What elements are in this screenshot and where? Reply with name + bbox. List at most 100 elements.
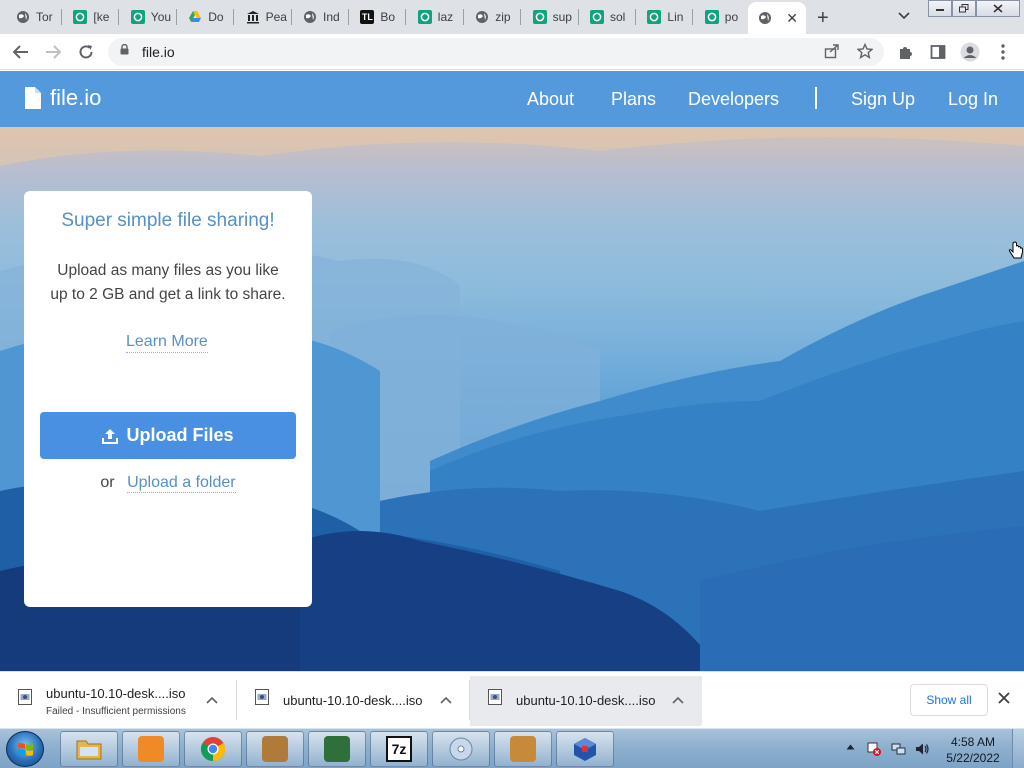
download-filename: ubuntu-10.10-desk....iso [46, 686, 186, 701]
7zip-icon: 7z [386, 736, 412, 762]
tab-title: sol [610, 10, 626, 24]
taskbar-app-explorer[interactable] [60, 731, 118, 767]
taskbar-app-7zip[interactable]: 7z [370, 731, 428, 767]
brand-name: file.io [50, 85, 102, 110]
tab-title: po [724, 10, 739, 24]
windows-logo-icon [18, 743, 33, 756]
tab-title: laz [437, 10, 454, 24]
tab-separator [348, 9, 349, 25]
tab-search-chevron-icon[interactable] [898, 8, 910, 23]
taskbar-app-user[interactable] [246, 731, 304, 767]
nav-link-about[interactable]: About [527, 89, 574, 110]
close-download-shelf-icon[interactable] [998, 689, 1010, 709]
clock-time: 4:58 AM [950, 735, 996, 749]
tab-title: Tor [36, 10, 53, 24]
card-description: Upload as many files as you like up to 2… [34, 259, 302, 307]
profile-avatar-icon[interactable] [959, 41, 981, 63]
new-tab-button[interactable]: + [817, 7, 829, 30]
taskbar-app-monitor[interactable] [308, 731, 366, 767]
tab-5[interactable]: Pea [236, 4, 292, 30]
tab-active-file-io[interactable]: ✕ [748, 2, 806, 34]
chrome-icon [200, 736, 226, 762]
show-desktop-button[interactable] [1012, 729, 1024, 768]
restore-window-button[interactable] [952, 0, 976, 17]
nav-link-sign-up[interactable]: Sign Up [851, 89, 915, 110]
browser-menu-icon[interactable] [992, 41, 1014, 63]
chevron-up-icon[interactable] [672, 693, 684, 707]
network-icon[interactable] [891, 741, 907, 757]
start-button[interactable] [6, 731, 44, 767]
google-drive-icon [188, 10, 202, 24]
tl-icon: TL [360, 10, 375, 24]
url-text[interactable]: file.io [142, 44, 175, 60]
tab-title: Bo [380, 10, 396, 24]
tab-4[interactable]: Do [178, 4, 235, 30]
tab-separator [290, 9, 292, 25]
lock-icon[interactable] [120, 44, 129, 55]
tab-10[interactable]: sup [523, 4, 579, 30]
nav-link-plans[interactable]: Plans [611, 89, 656, 110]
openai-icon [417, 10, 432, 24]
tab-7[interactable]: TL Bo [350, 4, 407, 30]
taskbar-app-chrome[interactable] [184, 731, 242, 767]
tab-title: zip [495, 10, 511, 24]
minimize-window-button[interactable] [928, 0, 952, 17]
upload-folder-link[interactable]: Upload a folder [127, 474, 236, 493]
nav-link-developers[interactable]: Developers [688, 89, 779, 110]
tab-separator [520, 9, 522, 25]
chevron-up-icon[interactable] [440, 693, 452, 707]
tab-6[interactable]: Ind [293, 4, 349, 30]
tab-separator [175, 9, 177, 25]
taskbar-app-disc[interactable] [432, 731, 490, 767]
reload-button[interactable] [75, 41, 97, 63]
download-item-2[interactable]: ubuntu-10.10-desk....iso [237, 676, 469, 726]
close-tab-icon[interactable]: ✕ [786, 10, 798, 27]
address-bar[interactable]: file.io [108, 38, 884, 66]
tab-2[interactable]: [ke [63, 4, 120, 30]
windows-taskbar: 7z 4:58 AM 5/22/2022 [0, 728, 1024, 768]
tab-12[interactable]: Lin [637, 4, 694, 30]
tab-9[interactable]: zip [465, 4, 522, 30]
openai-icon [647, 10, 662, 24]
download-filename: ubuntu-10.10-desk....iso [516, 693, 656, 708]
library-icon [246, 10, 260, 24]
chevron-up-icon[interactable] [206, 693, 218, 707]
bookmark-star-icon[interactable] [856, 42, 874, 63]
site-logo[interactable]: file.io [24, 85, 101, 111]
tab-1[interactable]: Tor [6, 4, 62, 30]
nav-link-log-in[interactable]: Log In [948, 89, 998, 110]
system-clock[interactable]: 4:58 AM 5/22/2022 [938, 734, 1008, 766]
download-item-3[interactable]: ubuntu-10.10-desk....iso [470, 676, 702, 726]
tab-separator [635, 9, 636, 25]
forward-button[interactable] [42, 41, 64, 63]
learn-more-link[interactable]: Learn More [126, 333, 208, 353]
tab-8[interactable]: laz [408, 4, 464, 30]
extensions-puzzle-icon[interactable] [895, 41, 917, 63]
openai-icon [704, 10, 719, 24]
upload-card: Super simple file sharing! Upload as man… [24, 191, 312, 607]
upload-files-button[interactable]: Upload Files [40, 412, 296, 459]
tab-separator [405, 9, 407, 25]
iso-file-icon [255, 689, 269, 705]
tab-title: Pea [265, 10, 287, 24]
tab-11[interactable]: sol [580, 4, 636, 30]
close-window-button[interactable] [976, 0, 1020, 17]
tab-title: Do [208, 10, 224, 24]
show-all-downloads-button[interactable]: Show all [910, 684, 988, 716]
taskbar-app-paint[interactable] [494, 731, 552, 767]
tab-3[interactable]: You [121, 4, 177, 30]
share-icon[interactable] [824, 43, 840, 63]
monitor-icon [324, 736, 350, 762]
tab-13[interactable]: po [695, 4, 751, 30]
volume-icon[interactable] [914, 741, 930, 757]
side-panel-icon[interactable] [927, 41, 949, 63]
tray-expand-icon[interactable] [846, 742, 855, 752]
browser-toolbar: file.io [0, 34, 1024, 70]
action-center-flag-icon[interactable] [866, 741, 882, 757]
tab-separator [462, 9, 464, 25]
taskbar-app-virtualbox[interactable] [556, 731, 614, 767]
back-button[interactable] [10, 41, 32, 63]
taskbar-app-media[interactable] [122, 731, 180, 767]
download-item-1[interactable]: ubuntu-10.10-desk....iso Failed - Insuff… [0, 676, 236, 726]
user-computer-icon [262, 736, 288, 762]
